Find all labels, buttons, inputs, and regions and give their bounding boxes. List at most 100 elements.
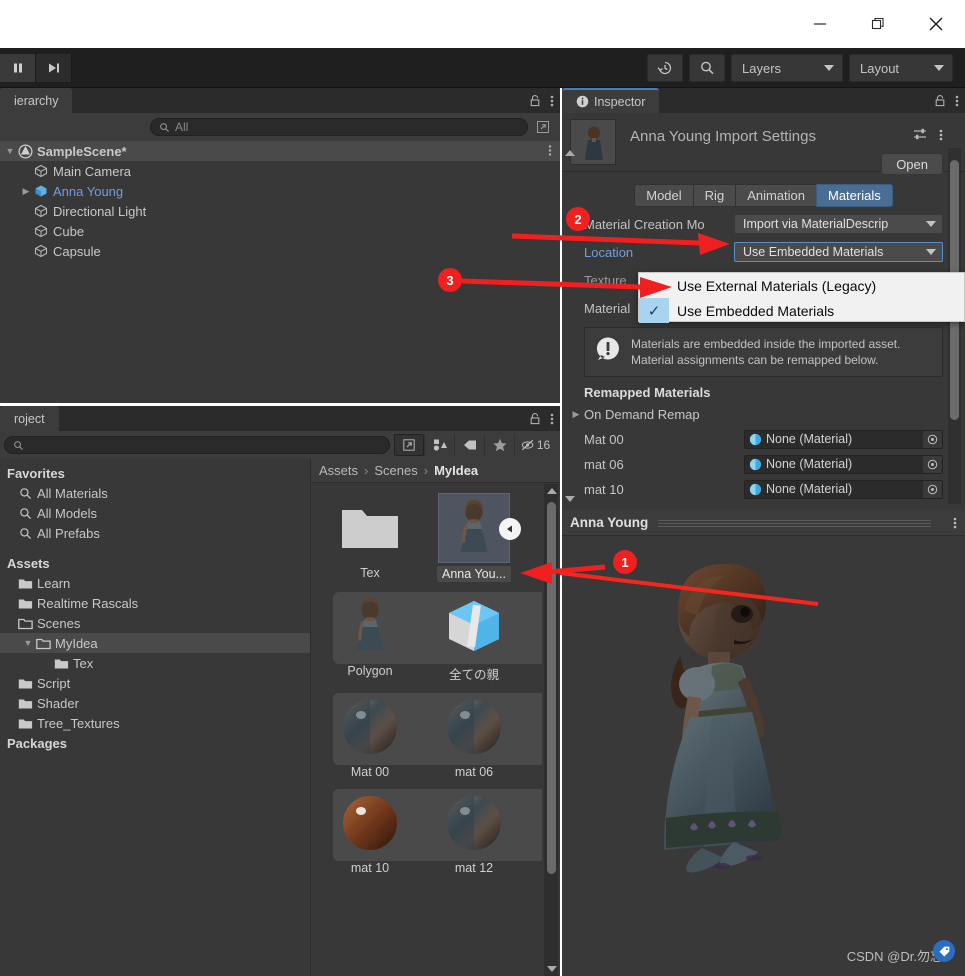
kebab-menu-icon[interactable] [550,412,554,426]
tab-animation[interactable]: Animation [735,184,817,207]
maximize-button[interactable] [849,0,907,48]
breadcrumb-item[interactable]: MyIdea [434,463,478,478]
hierarchy-search-input[interactable]: All [150,118,528,136]
project-open-in-new-button[interactable] [394,434,424,456]
asset-grid-item[interactable]: Tex [333,494,407,582]
lock-icon[interactable] [529,412,541,425]
project-tree-item-favorites[interactable]: Favorites [0,463,310,483]
scroll-up-arrow-icon[interactable] [547,488,557,494]
asset-thumbnail[interactable] [335,693,405,761]
material-object-field[interactable]: None (Material) [744,429,943,449]
asset-thumbnail[interactable] [438,493,521,563]
chevron-right-icon[interactable]: ▶ [570,409,582,420]
layers-dropdown[interactable]: Layers [731,54,843,82]
location-dropdown-popup[interactable]: Use External Materials (Legacy) ✓ Use Em… [638,272,965,323]
project-tree-item-all-materials[interactable]: All Materials [0,483,310,503]
scroll-down-arrow-icon[interactable] [547,966,557,972]
preview-viewport[interactable] [562,536,965,976]
project-search-input[interactable] [4,436,390,454]
lock-icon[interactable] [934,94,946,107]
asset-grid-item[interactable]: mat 06 [437,693,511,779]
project-tree-item-realtime-rascals[interactable]: Realtime Rascals [0,593,310,613]
project-label-tag-button[interactable] [454,434,484,456]
lock-icon[interactable] [529,94,541,107]
object-picker-button[interactable] [923,480,942,498]
material-creation-mode-dropdown[interactable]: Import via MaterialDescrip [734,214,943,234]
chevron-down-icon[interactable]: ▼ [22,638,34,648]
asset-grid-item[interactable]: Anna You... [437,493,521,582]
tab-materials[interactable]: Materials [816,184,893,207]
hierarchy-row-main-camera[interactable]: Main Camera [0,161,560,181]
asset-thumbnail[interactable] [439,693,509,761]
object-picker-button[interactable] [923,455,942,473]
asset-thumbnail[interactable] [335,789,405,857]
hierarchy-row-directional-light[interactable]: Directional Light [0,201,560,221]
project-tree-item-all-models[interactable]: All Models [0,503,310,523]
hierarchy-row-anna-young[interactable]: ▶ Anna Young [0,181,560,201]
project-hidden-count-button[interactable]: 16 [514,434,556,456]
step-button[interactable] [36,54,72,82]
minimize-button[interactable] [791,0,849,48]
asset-thumbnail[interactable] [439,592,509,660]
project-favorite-button[interactable] [484,434,514,456]
project-tree-item-myidea[interactable]: ▼ MyIdea [0,633,310,653]
tab-project[interactable]: roject [0,406,59,431]
tab-rig[interactable]: Rig [692,184,737,207]
asset-grid-item[interactable]: mat 12 [437,789,511,875]
project-tree-item-scenes[interactable]: Scenes [0,613,310,633]
asset-preview-toggle-icon[interactable] [499,518,521,540]
chevron-right-icon[interactable]: ▶ [20,186,32,197]
tab-model[interactable]: Model [634,184,694,207]
asset-thumbnail[interactable] [335,494,405,562]
layout-dropdown[interactable]: Layout [849,54,953,82]
dropdown-option-embedded[interactable]: ✓ Use Embedded Materials [639,298,964,323]
kebab-menu-icon[interactable] [548,144,552,158]
object-picker-button[interactable] [923,430,942,448]
kebab-menu-icon[interactable] [939,128,943,142]
project-tree-item-tex[interactable]: Tex [0,653,310,673]
project-asset-filter-button[interactable] [424,434,454,456]
breadcrumb-item[interactable]: Scenes [374,463,417,478]
search-button[interactable] [689,54,725,82]
inspector-scrollbar[interactable] [948,148,961,504]
hierarchy-search-expand-button[interactable] [532,118,554,136]
open-button[interactable]: Open [881,153,943,175]
asset-grid-item[interactable]: Mat 00 [333,693,407,779]
kebab-menu-icon[interactable] [955,94,959,108]
project-tree-item-packages[interactable]: Packages [0,733,310,753]
breadcrumb-item[interactable]: Assets [319,463,358,478]
project-tree-item-shader[interactable]: Shader [0,693,310,713]
hierarchy-row-cube[interactable]: Cube [0,221,560,241]
tab-inspector[interactable]: Inspector [562,88,660,113]
asset-grid-scrollbar[interactable] [544,484,558,976]
kebab-menu-icon[interactable] [550,94,554,108]
pause-button[interactable] [0,54,36,82]
project-tree-item-tree-textures[interactable]: Tree_Textures [0,713,310,733]
kebab-menu-icon[interactable] [953,516,957,530]
layers-label: Layers [742,60,782,76]
on-demand-remap-row[interactable]: ▶ On Demand Remap [562,403,965,425]
project-tree-item-assets[interactable]: Assets [0,553,310,573]
project-tree-item-all-prefabs[interactable]: All Prefabs [0,523,310,543]
inspector-scroll-down-icon[interactable] [565,496,575,502]
asset-grid-item[interactable]: Polygon [333,592,407,683]
history-button[interactable] [647,54,683,82]
hierarchy-row-capsule[interactable]: Capsule [0,241,560,261]
dropdown-option-external[interactable]: Use External Materials (Legacy) [639,273,964,298]
material-object-field[interactable]: None (Material) [744,454,943,474]
material-object-field[interactable]: None (Material) [744,479,943,499]
asset-grid-item[interactable]: mat 10 [333,789,407,875]
close-button[interactable] [907,0,965,48]
hierarchy-row-samplescene[interactable]: ▼ SampleScene* [0,141,560,161]
asset-grid-item[interactable]: 全ての親 [437,592,511,683]
asset-thumbnail[interactable] [439,789,509,857]
tab-hierarchy[interactable]: ierarchy [0,88,73,113]
inspector-scroll-up-icon[interactable] [565,150,575,156]
location-dropdown[interactable]: Use Embedded Materials [734,242,943,262]
preset-sliders-icon[interactable] [913,127,929,142]
asset-thumbnail[interactable] [335,592,405,660]
chevron-down-icon[interactable]: ▼ [4,146,16,156]
project-tree-item-learn[interactable]: Learn [0,573,310,593]
project-tree-item-script[interactable]: Script [0,673,310,693]
scrollbar-thumb[interactable] [547,502,556,874]
